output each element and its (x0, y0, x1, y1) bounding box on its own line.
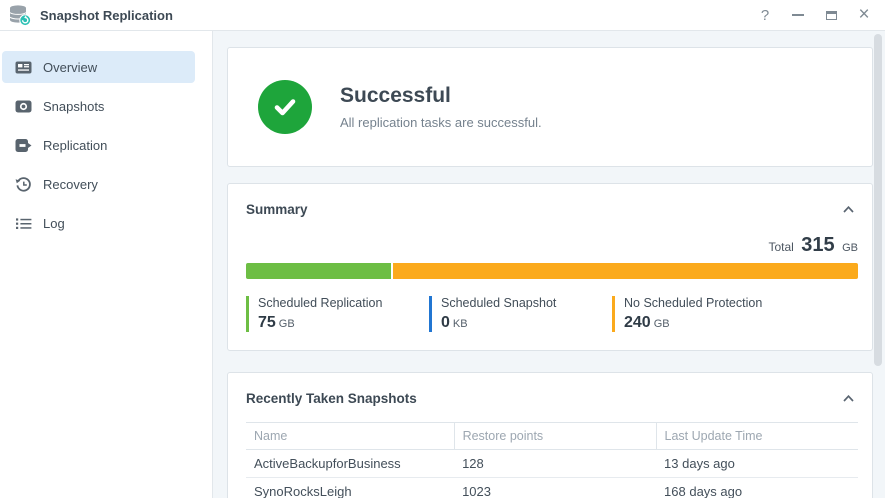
vertical-scrollbar[interactable] (874, 34, 883, 474)
minimize-icon (792, 14, 804, 16)
sidebar-item-label: Overview (43, 59, 98, 75)
snapshot-last-update: 168 days ago (656, 477, 858, 498)
usage-bar (246, 263, 858, 279)
column-header-restore-points[interactable]: Restore points (453, 422, 657, 450)
replication-icon (15, 137, 32, 154)
snapshot-last-update: 13 days ago (656, 449, 858, 478)
summary-title: Summary (246, 201, 308, 217)
sidebar-item-label: Recovery (43, 176, 98, 192)
log-icon (15, 215, 32, 232)
snapshot-restore-points: 128 (454, 449, 657, 478)
title-bar: Snapshot Replication ? × (0, 0, 885, 31)
total-protected-size: Total 315 GB (768, 234, 858, 256)
sidebar-item-replication[interactable]: Replication (2, 129, 195, 161)
usage-bar-segment (393, 263, 858, 279)
status-card: Successful All replication tasks are suc… (227, 47, 873, 167)
sidebar-item-recovery[interactable]: Recovery (2, 168, 195, 200)
sidebar-item-label: Log (43, 215, 65, 231)
snapshot-restore-points: 1023 (454, 477, 657, 498)
snapshot-name: ActiveBackupforBusiness (246, 449, 455, 478)
maximize-icon (825, 10, 837, 20)
sidebar: Overview Snapshots Replication Recovery … (0, 31, 213, 498)
snapshot-name: SynoRocksLeigh (246, 477, 455, 498)
chevron-up-icon (843, 205, 854, 213)
summary-card: Summary Total 315 GB Scheduled Replicati… (227, 183, 873, 351)
legend-item: No Scheduled Protection 240 GB (612, 296, 795, 332)
minimize-button[interactable] (791, 6, 805, 24)
table-row[interactable]: SynoRocksLeigh 1023 168 days ago (246, 477, 858, 498)
status-message: All replication tasks are successful. (340, 115, 542, 130)
content-area: Successful All replication tasks are suc… (213, 31, 885, 498)
snapshots-table: Name Restore points Last Update Time Act… (246, 422, 858, 498)
app-title: Snapshot Replication (40, 7, 173, 23)
snapshots-icon (15, 98, 32, 115)
sidebar-item-overview[interactable]: Overview (2, 51, 195, 83)
summary-collapse-button[interactable] (839, 198, 858, 220)
column-header-name[interactable]: Name (246, 422, 455, 450)
sidebar-item-log[interactable]: Log (2, 207, 195, 239)
sidebar-item-label: Replication (43, 137, 108, 153)
recent-snapshots-title: Recently Taken Snapshots (246, 390, 417, 406)
table-row[interactable]: ActiveBackupforBusiness 128 13 days ago (246, 449, 858, 478)
chevron-up-icon (843, 394, 854, 402)
maximize-button[interactable] (824, 6, 838, 24)
snapshot-replication-app-icon (8, 3, 32, 27)
scrollbar-thumb[interactable] (874, 34, 882, 366)
recovery-icon (15, 176, 32, 193)
recent-snapshots-card: Recently Taken Snapshots Name Restore po… (227, 372, 873, 498)
legend-item: Scheduled Replication 75 GB (246, 296, 429, 332)
success-check-icon (258, 80, 312, 134)
column-header-last-update-time[interactable]: Last Update Time (655, 422, 858, 450)
legend-item: Scheduled Snapshot 0 KB (429, 296, 612, 332)
sidebar-item-label: Snapshots (43, 98, 105, 114)
close-button[interactable]: × (857, 5, 871, 24)
overview-icon (15, 59, 32, 76)
help-button[interactable]: ? (758, 6, 772, 24)
usage-legend: Scheduled Replication 75 GB Scheduled Sna… (246, 296, 858, 332)
recent-snapshots-collapse-button[interactable] (839, 387, 858, 409)
status-title: Successful (340, 84, 451, 107)
usage-bar-segment (246, 263, 392, 279)
sidebar-item-snapshots[interactable]: Snapshots (2, 90, 195, 122)
